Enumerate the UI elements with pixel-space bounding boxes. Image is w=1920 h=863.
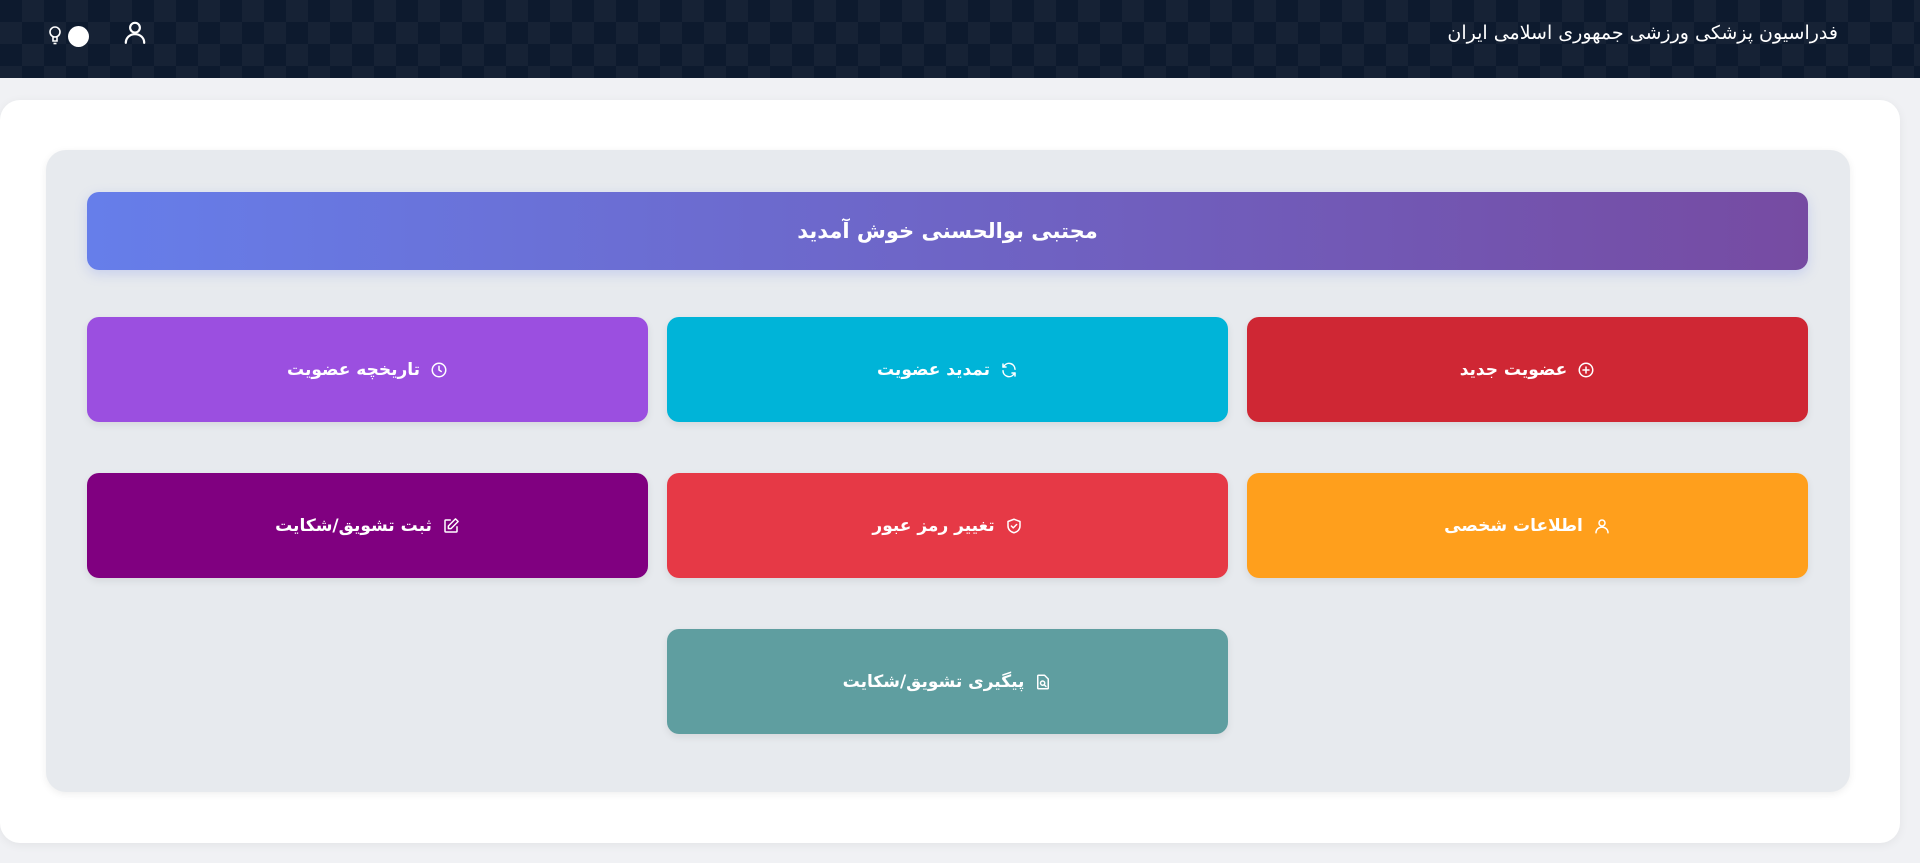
theme-toggle[interactable] [48, 24, 94, 48]
toggle-knob [68, 26, 89, 47]
new-membership-button[interactable]: عضویت جدید [1247, 317, 1808, 422]
top-navbar: فدراسیون پزشکی ورزشی جمهوری اسلامی ایران [0, 0, 1920, 78]
new-membership-label: عضویت جدید [1459, 359, 1568, 380]
plus-circle-icon [1578, 362, 1594, 377]
lightbulb-icon [49, 26, 61, 45]
user-icon [1595, 518, 1609, 533]
renew-membership-button[interactable]: تمدید عضویت [667, 317, 1228, 422]
change-password-button[interactable]: تغییر رمز عبور [667, 473, 1228, 578]
site-title[interactable]: فدراسیون پزشکی ورزشی جمهوری اسلامی ایران [1447, 22, 1838, 44]
renew-membership-label: تمدید عضویت [876, 359, 991, 380]
submit-feedback-button[interactable]: ثبت تشویق/شکایت [87, 473, 648, 578]
personal-info-button[interactable]: اطلاعات شخصی [1247, 473, 1808, 578]
track-feedback-button[interactable]: پیگیری تشویق/شکایت [667, 629, 1228, 734]
edit-icon [444, 517, 459, 533]
welcome-text: مجتبی بوالحسنی خوش آمدید [797, 219, 1098, 243]
change-password-label: تغییر رمز عبور [872, 515, 995, 536]
refresh-icon [1002, 362, 1016, 377]
membership-history-button[interactable]: تاریخچه عضویت [87, 317, 648, 422]
submit-feedback-label: ثبت تشویق/شکایت [275, 515, 432, 536]
shield-icon [1006, 518, 1021, 533]
membership-history-label: تاریخچه عضویت [286, 359, 421, 380]
welcome-banner: مجتبی بوالحسنی خوش آمدید [87, 192, 1808, 270]
user-icon[interactable] [122, 19, 148, 45]
track-feedback-label: پیگیری تشویق/شکایت [842, 671, 1025, 692]
clock-icon [431, 362, 447, 377]
personal-info-label: اطلاعات شخصی [1444, 515, 1583, 536]
document-search-icon [1037, 674, 1050, 689]
